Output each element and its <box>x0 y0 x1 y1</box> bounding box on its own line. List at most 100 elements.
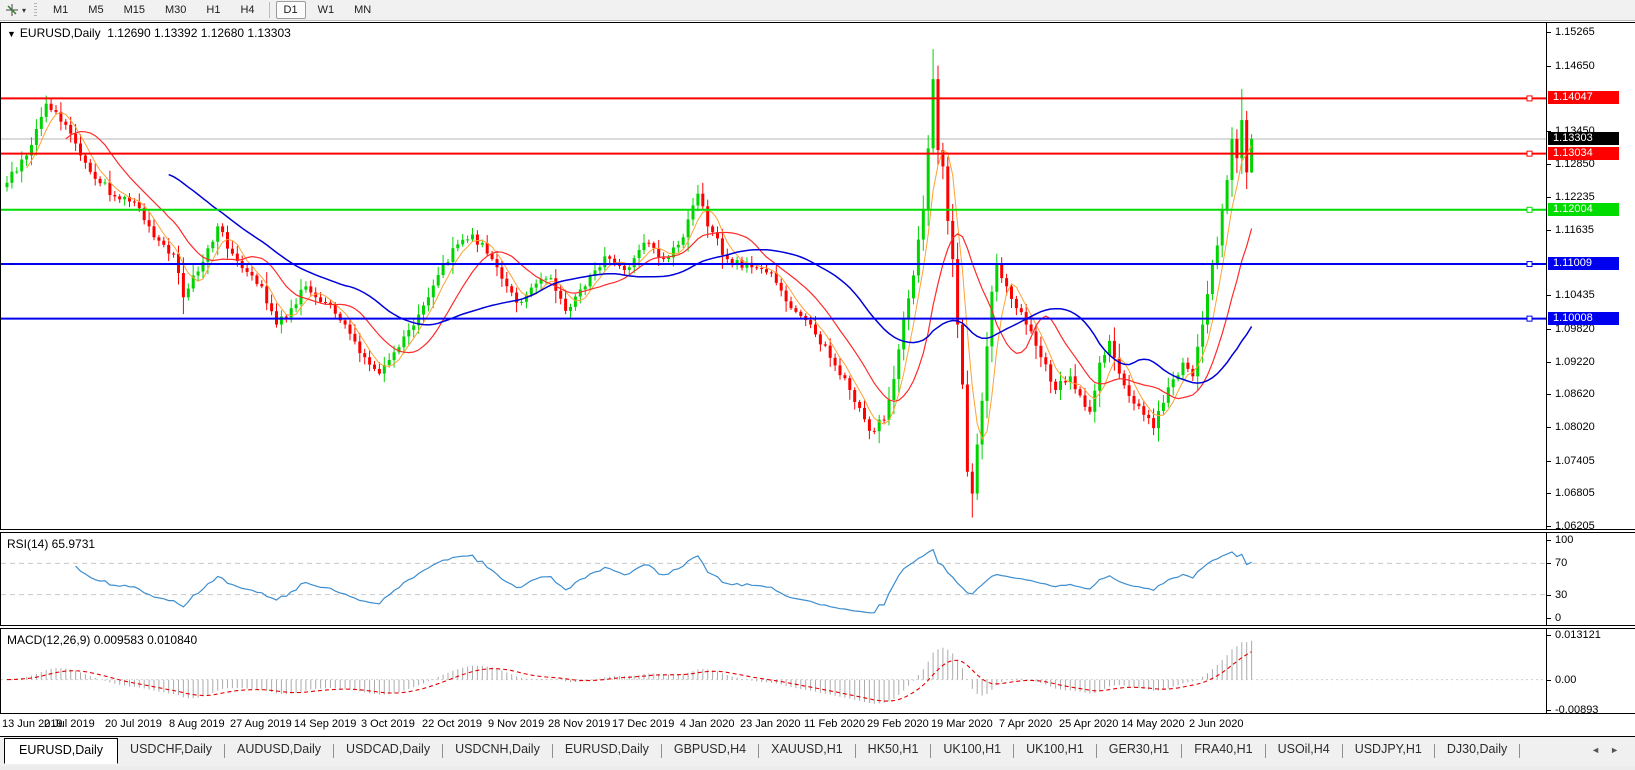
date-label: 2 Jul 2019 <box>44 718 95 730</box>
timeframe-toolbar: ▾ M1M5 M15M30H1H4 D1W1MN <box>0 0 1635 21</box>
axis-tick <box>1547 493 1551 494</box>
timeframe-button-w1[interactable]: W1 <box>310 1 343 19</box>
axis-tick-label: 0 <box>1555 612 1561 624</box>
chart-symbol: EURUSD,Daily <box>20 26 101 40</box>
axis-tick <box>1547 563 1551 564</box>
toolbar-grip[interactable] <box>34 3 37 17</box>
date-label: 2 Jun 2020 <box>1189 718 1243 730</box>
axis-tick <box>1547 164 1551 165</box>
mt4-window: ▾ M1M5 M15M30H1H4 D1W1MN ▼ EURUSD,Daily 1.1… <box>0 0 1635 770</box>
macd-axis[interactable]: 0.0131210.00-0.00893 <box>1546 629 1635 713</box>
axis-tick-label: 1.14650 <box>1555 60 1595 72</box>
timeframe-button-h1[interactable]: H1 <box>198 1 228 19</box>
axis-tick-label: 1.06205 <box>1555 520 1595 532</box>
chart-tabbar: EURUSD,DailyUSDCHF,DailyAUDUSD,DailyUSDC… <box>0 736 1635 766</box>
price-plot[interactable] <box>1 23 1546 529</box>
axis-tick <box>1547 394 1551 395</box>
level-price-label: 1.12004 <box>1548 203 1619 216</box>
macd-panel: MACD(12,26,9) 0.009583 0.010840 0.013121… <box>0 628 1635 714</box>
chart-tab-ger30-h1[interactable]: GER30,H1 <box>1097 737 1181 760</box>
date-label: 17 Dec 2019 <box>612 718 674 730</box>
tab-scroll-left-icon[interactable]: ◄ <box>1591 745 1610 755</box>
date-label: 29 Feb 2020 <box>867 718 929 730</box>
chart-tab-gbpusd-h4[interactable]: GBPUSD,H4 <box>662 737 758 760</box>
axis-tick <box>1547 540 1551 541</box>
axis-tick-label: 1.08620 <box>1555 388 1595 400</box>
date-label: 22 Oct 2019 <box>422 718 482 730</box>
chart-tab-usdcnh-daily[interactable]: USDCNH,Daily <box>443 737 552 760</box>
date-label: 27 Aug 2019 <box>230 718 292 730</box>
timeframe-button-h4[interactable]: H4 <box>232 1 262 19</box>
date-label: 9 Nov 2019 <box>488 718 544 730</box>
chart-tab-uk100-h1[interactable]: UK100,H1 <box>931 737 1013 760</box>
axis-tick <box>1547 197 1551 198</box>
chart-tab-usdchf-daily[interactable]: USDCHF,Daily <box>118 737 224 760</box>
date-label: 14 May 2020 <box>1121 718 1185 730</box>
level-price-label: 1.10008 <box>1548 312 1619 325</box>
rsi-axis[interactable]: 100 70 30 0 <box>1546 533 1635 625</box>
tab-scroll-arrows: ◄► <box>1591 745 1629 755</box>
date-label: 4 Jan 2020 <box>680 718 734 730</box>
chevron-down-icon: ▾ <box>22 6 26 15</box>
axis-tick-label: 1.07405 <box>1555 455 1595 467</box>
chart-tab-xauusd-h1[interactable]: XAUUSD,H1 <box>759 737 855 760</box>
date-label: 28 Nov 2019 <box>548 718 610 730</box>
macd-label: MACD(12,26,9) 0.009583 0.010840 <box>7 633 197 647</box>
chart-tab-hk50-h1[interactable]: HK50,H1 <box>856 737 931 760</box>
axis-tick-label: 0.013121 <box>1555 629 1601 641</box>
chart-tab-uk100-h1[interactable]: UK100,H1 <box>1014 737 1096 760</box>
axis-tick <box>1547 461 1551 462</box>
chart-tab-dj30-daily[interactable]: DJ30,Daily <box>1435 737 1519 760</box>
rsi-panel: RSI(14) 65.9731 10070300 <box>0 532 1635 626</box>
price-axis[interactable]: 1.152651.146501.134501.128501.122351.116… <box>1546 23 1635 529</box>
axis-tick <box>1547 635 1551 636</box>
axis-tick <box>1547 710 1551 711</box>
price-chart-panel: ▼EURUSD,Daily 1.12690 1.13392 1.12680 1.… <box>0 22 1635 530</box>
date-label: 25 Apr 2020 <box>1059 718 1118 730</box>
level-price-label: 1.13034 <box>1548 147 1619 160</box>
axis-tick <box>1547 295 1551 296</box>
axis-tick <box>1547 32 1551 33</box>
chart-tab-usdcad-daily[interactable]: USDCAD,Daily <box>334 737 442 760</box>
date-label: 20 Jul 2019 <box>105 718 162 730</box>
rsi-plot[interactable] <box>1 533 1546 625</box>
tab-scroll-right-icon[interactable]: ► <box>1610 745 1629 755</box>
axis-tick-label: 70 <box>1555 557 1567 569</box>
axis-tick-label: 0.00 <box>1555 674 1576 686</box>
timeframe-button-m15[interactable]: M15 <box>116 1 153 19</box>
date-label: 3 Oct 2019 <box>361 718 415 730</box>
chart-tabs: EURUSD,DailyUSDCHF,DailyAUDUSD,DailyUSDC… <box>0 737 1635 766</box>
axis-tick-label: 30 <box>1555 589 1567 601</box>
chart-tab-fra40-h1[interactable]: FRA40,H1 <box>1182 737 1264 760</box>
axis-tick <box>1547 66 1551 67</box>
axis-tick-label: 1.11635 <box>1555 224 1594 236</box>
axis-tick-label: 1.09220 <box>1555 356 1595 368</box>
status-strip <box>0 766 1635 770</box>
axis-tick <box>1547 362 1551 363</box>
timeframe-button-m30[interactable]: M30 <box>157 1 194 19</box>
axis-tick-label: 1.12235 <box>1555 191 1595 203</box>
chart-tab-eurusd-daily[interactable]: EURUSD,Daily <box>4 738 118 764</box>
axis-tick-label: 1.06805 <box>1555 487 1595 499</box>
chart-tab-audusd-daily[interactable]: AUDUSD,Daily <box>225 737 333 760</box>
date-axis[interactable]: 13 Jun 20192 Jul 201920 Jul 20198 Aug 20… <box>0 714 1635 736</box>
macd-plot[interactable] <box>1 629 1546 713</box>
timeframe-button-m5[interactable]: M5 <box>80 1 111 19</box>
crosshair-icon <box>5 3 19 17</box>
level-price-label: 1.11009 <box>1548 257 1619 270</box>
chart-tab-usdjpy-h1[interactable]: USDJPY,H1 <box>1343 737 1434 760</box>
chart-dropdown-icon[interactable]: ▼ <box>7 29 16 39</box>
timeframe-button-m1[interactable]: M1 <box>45 1 76 19</box>
chart-tab-eurusd-daily[interactable]: EURUSD,Daily <box>553 737 661 760</box>
tab-separator <box>1519 744 1520 758</box>
axis-tick <box>1547 526 1551 527</box>
date-label: 14 Sep 2019 <box>294 718 356 730</box>
chart-tab-usoil-h4[interactable]: USOil,H4 <box>1266 737 1342 760</box>
axis-tick-label: 1.10435 <box>1555 289 1595 301</box>
timeframe-button-mn[interactable]: MN <box>346 1 379 19</box>
crosshair-tool-button[interactable]: ▾ <box>1 1 30 19</box>
timeframe-button-d1[interactable]: D1 <box>276 1 306 19</box>
axis-tick-label: 100 <box>1555 534 1573 546</box>
level-price-label: 1.14047 <box>1548 91 1619 104</box>
toolbar-separator <box>269 2 270 18</box>
